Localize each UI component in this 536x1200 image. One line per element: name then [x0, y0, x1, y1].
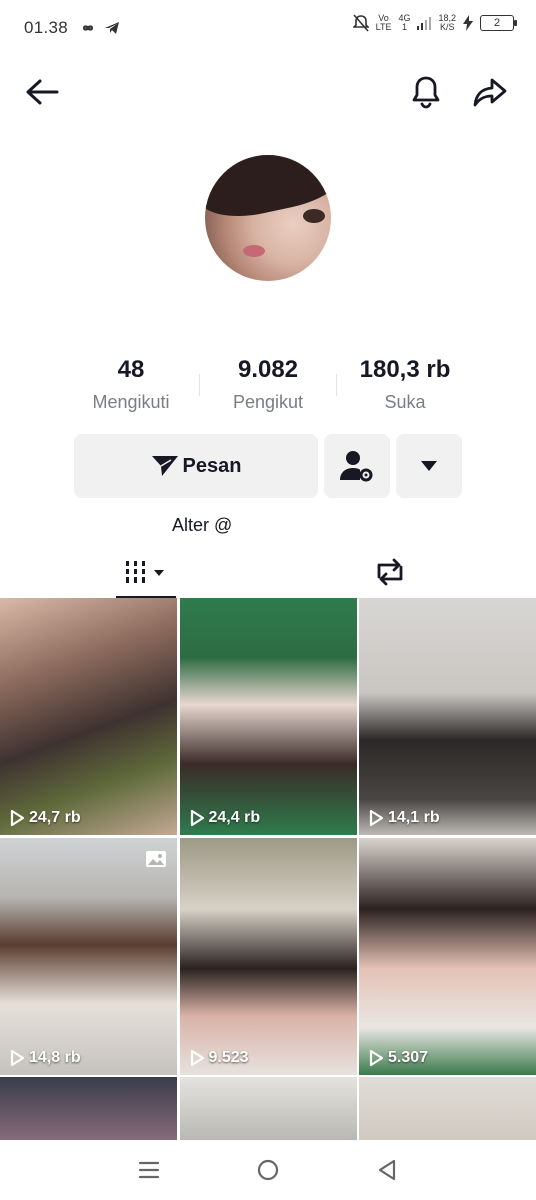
arrow-left-icon — [26, 79, 59, 105]
mute-icon — [352, 14, 369, 32]
infinity-icon — [82, 25, 94, 31]
view-count-text: 24,4 rb — [208, 809, 261, 826]
likes-count: 180,3 rb — [359, 356, 451, 383]
view-count: 14,1 rb — [369, 809, 440, 827]
view-count: 24,7 rb — [10, 809, 81, 827]
stat-likes[interactable]: 180,3 rb Suka — [337, 356, 473, 413]
home-button[interactable] — [246, 1148, 290, 1192]
system-nav-bar — [0, 1140, 536, 1200]
profile-actions: Pesan — [74, 434, 462, 498]
content-tabs — [0, 545, 536, 599]
video-grid: 24,7 rb 24,4 rb 14,1 rb 14,8 rb 9.523 5.… — [0, 598, 536, 1143]
user-settings-icon — [340, 451, 373, 482]
telegram-icon — [105, 22, 120, 34]
stat-followers[interactable]: 9.082 Pengikut — [200, 356, 336, 413]
share-button[interactable] — [468, 70, 512, 114]
recent-apps-button[interactable] — [127, 1148, 171, 1192]
speed-unit: K/S — [439, 22, 455, 32]
message-button-label: Pesan — [182, 454, 242, 477]
video-thumbnail[interactable] — [0, 1077, 177, 1143]
battery-level: 2 — [493, 17, 501, 29]
play-icon — [369, 810, 383, 826]
video-thumbnail[interactable]: 9.523 — [179, 837, 357, 1075]
signal-icon — [417, 17, 432, 30]
charging-icon — [463, 15, 473, 31]
view-count-text: 5.307 — [388, 1048, 429, 1066]
system-back-button[interactable] — [365, 1148, 409, 1192]
status-time: 01.38 — [24, 18, 69, 37]
back-button[interactable] — [20, 70, 64, 114]
video-thumbnail[interactable] — [179, 1077, 357, 1143]
message-button[interactable]: Pesan — [74, 434, 318, 498]
play-icon — [369, 1049, 383, 1066]
profile-avatar[interactable] — [205, 155, 331, 281]
more-options-button[interactable] — [396, 434, 462, 498]
view-count: 24,4 rb — [190, 809, 261, 827]
video-thumbnail[interactable]: 24,4 rb — [179, 598, 357, 835]
play-icon — [190, 1049, 204, 1066]
view-count: 5.307 — [369, 1049, 428, 1067]
following-label: Mengikuti — [92, 392, 170, 412]
top-nav — [0, 64, 536, 120]
profile-stats: 48 Mengikuti 9.082 Pengikut 180,3 rb Suk… — [0, 356, 536, 413]
speed-indicator: 18,2 K/S — [438, 14, 456, 32]
repost-icon — [377, 558, 403, 586]
video-thumbnail[interactable]: 14,1 rb — [359, 598, 536, 835]
play-icon — [10, 810, 24, 826]
avatar-eye — [303, 209, 325, 223]
video-thumbnail[interactable]: 24,7 rb — [0, 598, 177, 835]
video-thumbnail[interactable]: 14,8 rb — [0, 837, 177, 1075]
status-right: Vo LTE 4G 1 18,2 K/S 2 — [352, 14, 517, 32]
send-icon — [151, 456, 178, 476]
volte-indicator: Vo LTE — [376, 14, 392, 32]
notification-button[interactable] — [404, 70, 448, 114]
view-count-text: 14,8 rb — [29, 1048, 81, 1066]
followers-count: 9.082 — [237, 356, 299, 383]
lte-text: LTE — [375, 22, 392, 32]
play-icon — [10, 1049, 24, 1066]
battery-indicator: 2 — [480, 15, 517, 31]
stat-following[interactable]: 48 Mengikuti — [63, 356, 199, 413]
play-icon — [190, 810, 204, 826]
view-count-text: 9.523 — [208, 1048, 249, 1066]
photo-icon — [146, 850, 166, 867]
bell-icon — [412, 76, 440, 109]
friend-settings-button[interactable] — [324, 434, 390, 498]
video-thumbnail[interactable] — [359, 1077, 536, 1143]
home-circle-icon — [257, 1159, 279, 1181]
video-thumbnail[interactable]: 5.307 — [359, 837, 536, 1075]
network-sub: 1 — [401, 22, 407, 32]
profile-bio: Alter @ — [172, 515, 233, 535]
share-icon — [473, 78, 507, 107]
following-count: 48 — [117, 356, 145, 383]
tab-reposts[interactable] — [360, 545, 420, 599]
triangle-back-icon — [378, 1159, 395, 1181]
view-count: 9.523 — [190, 1049, 249, 1067]
grid-icon — [126, 561, 164, 583]
status-bar: 01.38 Vo LTE 4G 1 18,2 K/S 2 — [0, 0, 536, 56]
likes-label: Suka — [384, 392, 426, 412]
status-left-icons — [80, 21, 120, 35]
network-indicator: 4G 1 — [398, 14, 410, 32]
caret-down-icon — [421, 461, 437, 471]
view-count-text: 14,1 rb — [388, 809, 440, 826]
view-count-text: 24,7 rb — [29, 809, 81, 826]
followers-label: Pengikut — [232, 392, 304, 412]
menu-icon — [139, 1161, 160, 1179]
tab-videos[interactable] — [116, 545, 176, 599]
avatar-lips — [243, 245, 265, 257]
view-count: 14,8 rb — [10, 1049, 81, 1067]
